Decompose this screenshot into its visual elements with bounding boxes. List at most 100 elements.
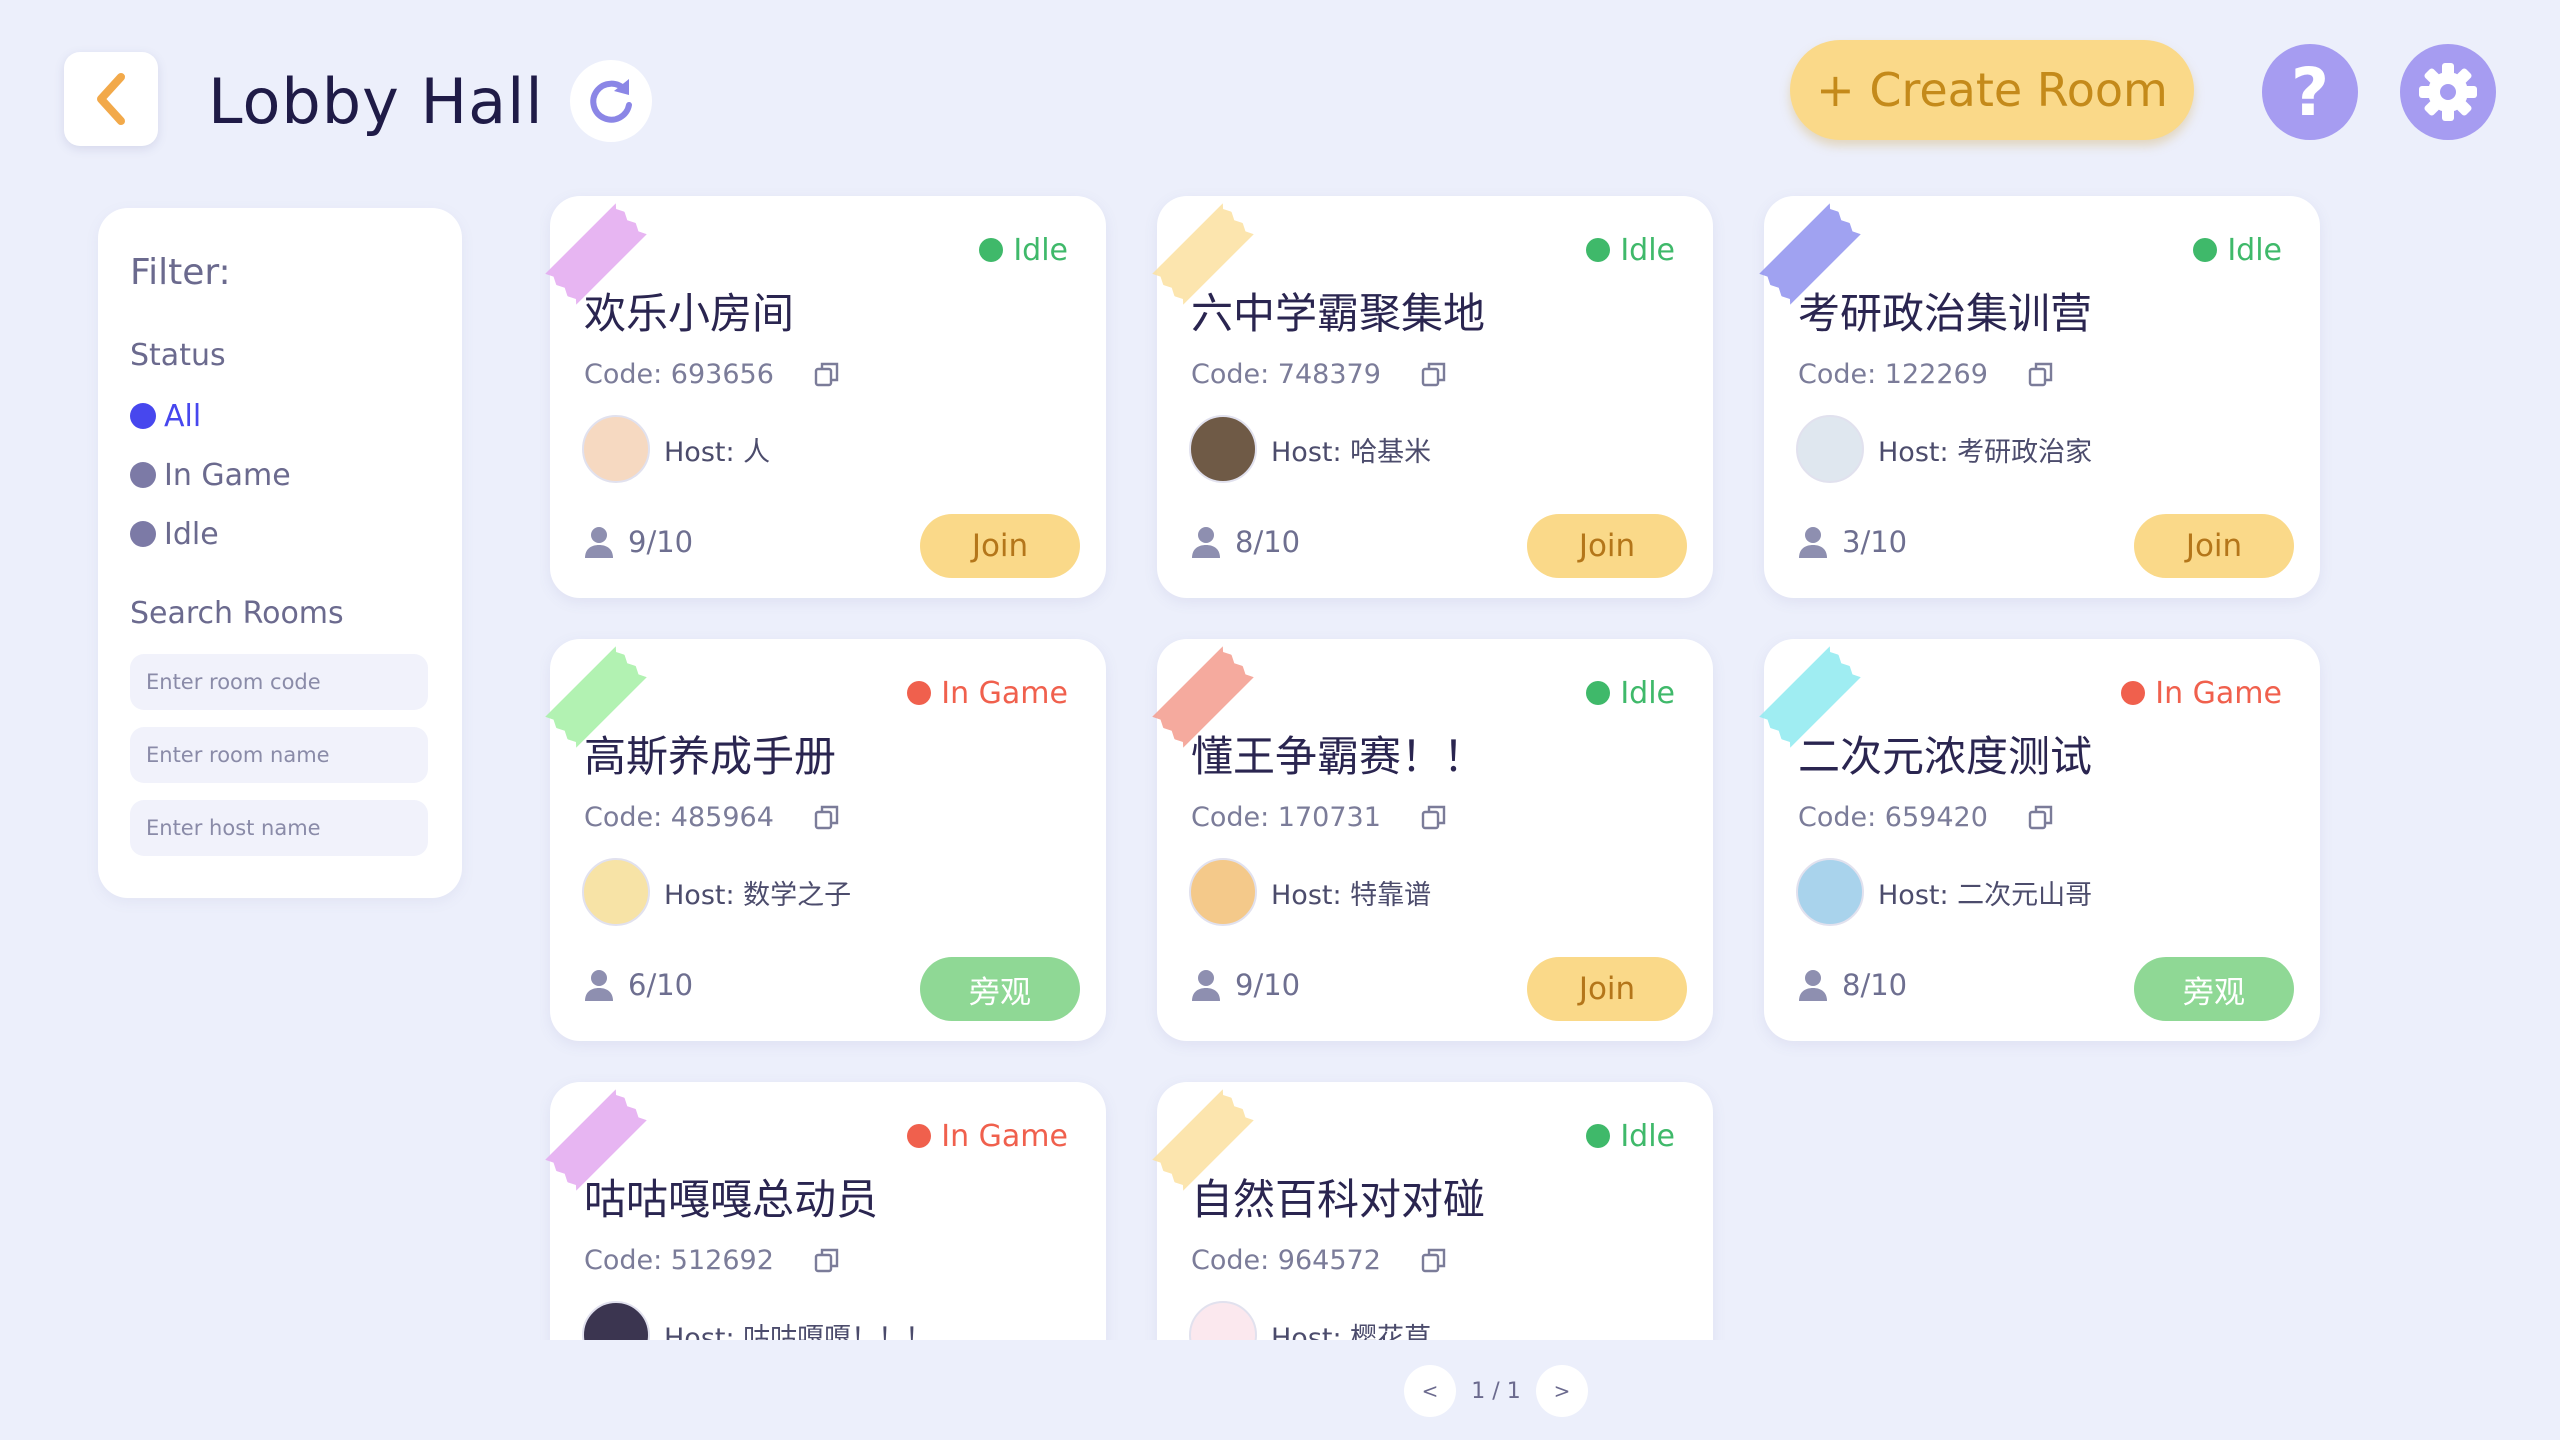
status-label: Status (130, 338, 226, 373)
status-badge: Idle (1586, 673, 1675, 713)
radio-dot-icon (130, 462, 156, 488)
player-count: 8/10 (1191, 522, 1300, 562)
status-option-idle[interactable]: Idle (130, 514, 219, 554)
status-badge: Idle (2193, 230, 2282, 270)
refresh-icon (590, 79, 632, 123)
room-code: Code: 964572 (1191, 1242, 1447, 1278)
spectate-button[interactable]: 旁观 (2134, 957, 2294, 1021)
host-avatar (582, 1301, 650, 1340)
copy-icon[interactable] (1421, 1247, 1447, 1273)
room-name: 六中学霸聚集地 (1191, 289, 1486, 338)
person-icon (1799, 970, 1827, 1001)
host-name: Host: 数学之子 (664, 879, 852, 911)
host-info: Host: 二次元山哥 (1796, 857, 2092, 927)
status-text: In Game (941, 675, 1068, 711)
back-button[interactable] (64, 52, 158, 146)
status-badge: Idle (979, 230, 1068, 270)
status-badge: In Game (2121, 673, 2282, 713)
person-icon (1192, 527, 1220, 558)
person-icon (585, 970, 613, 1001)
player-count-text: 8/10 (1842, 968, 1908, 1002)
page-title: Lobby Hall (208, 65, 544, 138)
room-name: 咕咕嘎嘎总动员 (584, 1175, 879, 1224)
host-name: Host: 哈基米 (1271, 436, 1432, 468)
help-button[interactable]: ? (2262, 44, 2358, 140)
page-indicator: 1 / 1 (1471, 1378, 1521, 1404)
host-avatar (582, 415, 650, 483)
status-text: Idle (1620, 232, 1675, 268)
host-avatar (1189, 1301, 1257, 1340)
copy-icon[interactable] (2028, 804, 2054, 830)
room-name: 欢乐小房间 (584, 289, 795, 338)
host-name-input[interactable] (130, 800, 428, 856)
status-dot-icon (2121, 681, 2146, 705)
player-count: 8/10 (1798, 965, 1907, 1005)
status-badge: Idle (1586, 1116, 1675, 1156)
radio-dot-icon (130, 521, 156, 547)
room-code-input[interactable] (130, 654, 428, 710)
status-dot-icon (907, 681, 932, 705)
copy-icon[interactable] (2028, 361, 2054, 387)
join-button[interactable]: Join (2134, 514, 2294, 578)
prev-page-button[interactable]: < (1404, 1365, 1456, 1417)
room-card: In Game 咕咕嘎嘎总动员 Code: 512692 Host: 咕咕嘎嘎！… (550, 1082, 1106, 1340)
status-option-label: In Game (164, 457, 291, 493)
status-option-label: All (164, 398, 202, 434)
host-info: Host: 特靠谱 (1189, 857, 1431, 927)
room-code-text: Code: 485964 (584, 801, 774, 833)
question-mark-icon: ? (2290, 53, 2330, 131)
status-text: Idle (1013, 232, 1068, 268)
room-code: Code: 170731 (1191, 799, 1447, 835)
room-name-input[interactable] (130, 727, 428, 783)
room-code-text: Code: 170731 (1191, 801, 1381, 833)
join-button[interactable]: Join (1527, 514, 1687, 578)
copy-icon[interactable] (1421, 804, 1447, 830)
host-name: Host: 考研政治家 (1878, 436, 2093, 468)
status-dot-icon (979, 238, 1004, 262)
status-option-in-game[interactable]: In Game (130, 455, 291, 495)
room-code: Code: 485964 (584, 799, 840, 835)
copy-icon[interactable] (814, 361, 840, 387)
refresh-button[interactable] (570, 60, 652, 142)
filter-panel: Filter: Status All In Game Idle Search R… (98, 208, 462, 898)
room-code: Code: 659420 (1798, 799, 2054, 835)
person-icon (1192, 970, 1220, 1001)
gear-icon (2419, 63, 2477, 121)
room-code-text: Code: 748379 (1191, 358, 1381, 390)
copy-icon[interactable] (1421, 361, 1447, 387)
room-card: In Game 二次元浓度测试 Code: 659420 Host: 二次元山哥… (1764, 639, 2320, 1041)
room-card: Idle 考研政治集训营 Code: 122269 Host: 考研政治家 3/… (1764, 196, 2320, 598)
room-card: Idle 六中学霸聚集地 Code: 748379 Host: 哈基米 8/10… (1157, 196, 1713, 598)
status-option-all[interactable]: All (130, 396, 201, 436)
room-name: 二次元浓度测试 (1798, 732, 2093, 781)
room-code-text: Code: 964572 (1191, 1244, 1381, 1276)
host-info: Host: 咕咕嘎嘎！！！ (582, 1300, 932, 1340)
room-code-text: Code: 693656 (584, 358, 774, 390)
status-badge: Idle (1586, 230, 1675, 270)
copy-icon[interactable] (814, 1247, 840, 1273)
join-button[interactable]: Join (1527, 957, 1687, 1021)
spectate-button[interactable]: 旁观 (920, 957, 1080, 1021)
copy-icon[interactable] (814, 804, 840, 830)
create-room-button[interactable]: + Create Room (1790, 40, 2194, 140)
room-code: Code: 748379 (1191, 356, 1447, 392)
room-grid: Idle 欢乐小房间 Code: 693656 Host: 人 9/10 Joi… (540, 180, 2340, 1340)
host-info: Host: 哈基米 (1189, 414, 1431, 484)
host-avatar (1796, 858, 1864, 926)
settings-button[interactable] (2400, 44, 2496, 140)
status-badge: In Game (907, 673, 1068, 713)
player-count: 9/10 (584, 522, 693, 562)
host-info: Host: 樱花草 (1189, 1300, 1431, 1340)
host-info: Host: 人 (582, 414, 770, 484)
status-text: In Game (941, 1118, 1068, 1154)
host-name: Host: 樱花草 (1271, 1322, 1432, 1341)
next-page-button[interactable]: > (1536, 1365, 1588, 1417)
join-button[interactable]: Join (920, 514, 1080, 578)
host-avatar (1189, 858, 1257, 926)
room-code: Code: 122269 (1798, 356, 2054, 392)
search-rooms-label: Search Rooms (130, 596, 344, 631)
room-name: 自然百科对对碰 (1191, 1175, 1486, 1224)
host-avatar (1796, 415, 1864, 483)
status-dot-icon (2193, 238, 2218, 262)
room-card: Idle 自然百科对对碰 Code: 964572 Host: 樱花草 (1157, 1082, 1713, 1340)
